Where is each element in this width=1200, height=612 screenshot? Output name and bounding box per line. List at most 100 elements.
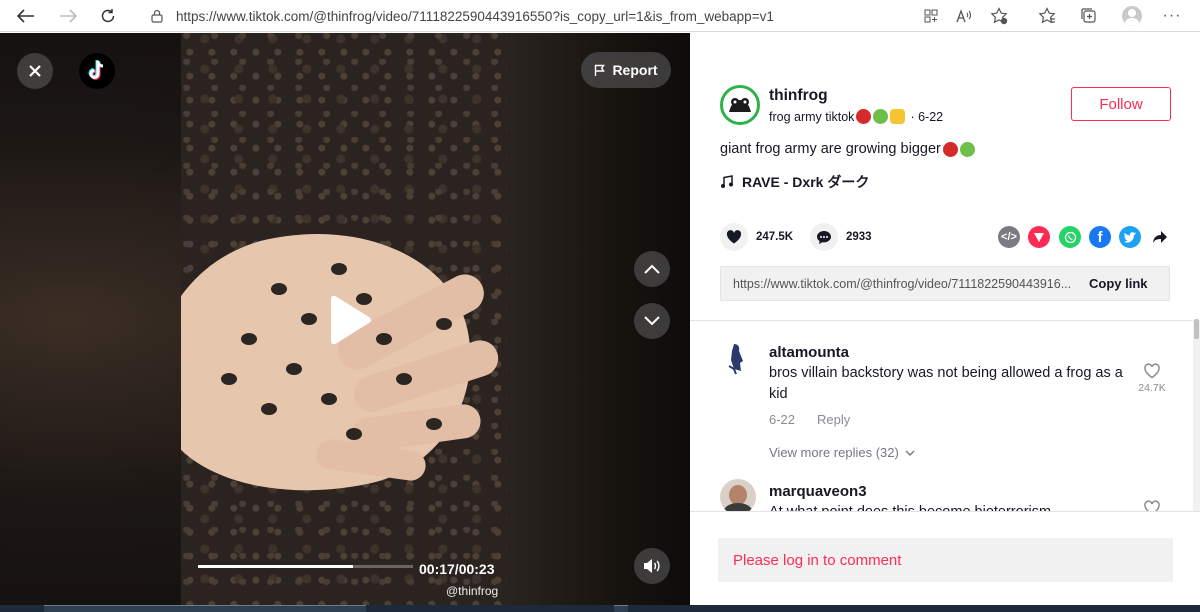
divider [690,320,1200,321]
frog [331,263,347,275]
tiktok-logo[interactable] [79,53,115,89]
comment-icon [817,230,831,244]
grid-icon[interactable] [919,4,943,28]
comment-input-area: Please log in to comment [690,511,1200,605]
more-share-icon[interactable] [1149,226,1171,248]
frog [396,373,412,385]
frog [286,363,302,375]
frog [271,283,287,295]
video-caption: giant frog army are growing bigger [720,141,975,157]
chevron-down-icon [905,450,915,456]
frog [346,428,362,440]
browser-toolbar: https://www.tiktok.com/@thinfrog/video/7… [0,0,1200,32]
caption-text: giant frog army are growing bigger [720,141,941,157]
comment-like[interactable]: 24.7K [1137,363,1167,394]
like-stat[interactable]: 247.5K [720,223,793,251]
profile-icon[interactable] [1120,4,1144,28]
view-more-replies[interactable]: View more replies (32) [769,445,915,460]
author-nickname: frog army tiktok [769,109,855,124]
taskbar-item[interactable] [614,605,628,612]
report-label: Report [612,62,658,78]
play-icon[interactable] [325,295,373,345]
login-to-comment[interactable]: Please log in to comment [718,538,1173,582]
video-details-panel: thinfrog frog army tiktok · 6-22 Follow … [690,33,1200,605]
scrollbar-thumb[interactable] [1194,319,1199,339]
reply-button[interactable]: Reply [817,412,850,427]
frog-emoji-icon [873,109,889,124]
follow-button[interactable]: Follow [1071,87,1171,121]
author-subline: frog army tiktok · 6-22 [769,109,943,124]
flexed-arm-emoji-icon [890,109,906,124]
chevron-up-icon [644,264,660,274]
video-time: 00:17/00:23 [419,561,495,577]
collections-icon[interactable] [1077,4,1101,28]
report-button[interactable]: Report [581,52,671,88]
chevron-down-icon [644,316,660,326]
heart-icon [726,230,742,244]
comment-like-count: 24.7K [1138,382,1166,394]
video-player[interactable]: Report 00:17/00:23 @thinfrog [0,33,690,605]
like-button[interactable] [720,223,748,251]
author-avatar[interactable] [720,85,760,125]
url-text[interactable]: https://www.tiktok.com/@thinfrog/video/7… [176,9,774,24]
lock-icon[interactable] [150,9,164,23]
comment-stat[interactable]: 2933 [810,223,872,251]
frog [301,313,317,325]
comment-date: 6-22 [769,412,796,427]
frog [321,393,337,405]
close-icon [29,65,41,77]
favorites-icon[interactable] [1035,4,1059,28]
comment-meta: 6-22 Reply [769,412,850,427]
facebook-share-icon[interactable]: f [1089,226,1111,248]
send-share-icon[interactable] [1028,226,1050,248]
comment-count: 2933 [846,231,872,243]
heart-outline-icon [1144,363,1160,379]
back-arrow-icon[interactable] [14,4,38,28]
frog [241,333,257,345]
music-title[interactable]: RAVE - Dxrk ダーク [742,172,869,192]
video-progress-bar[interactable] [198,565,413,568]
view-more-replies-label[interactable]: View more replies (32) [769,445,899,460]
comment-avatar[interactable] [720,479,756,515]
volume-button[interactable] [634,548,670,584]
comment-avatar[interactable] [720,340,756,376]
frog [261,403,277,415]
frog [221,373,237,385]
music-link[interactable]: RAVE - Dxrk ダーク [720,172,869,192]
frog [376,333,392,345]
comment-text: bros villain backstory was not being all… [769,365,1123,402]
twitter-share-icon[interactable] [1119,226,1141,248]
frog-emoji-icon [959,141,975,157]
speaker-icon [644,559,660,573]
post-date: · 6-22 [910,109,944,124]
whatsapp-share-icon[interactable] [1059,226,1081,248]
author-username[interactable]: thinfrog [769,87,828,105]
embed-share-icon[interactable]: </> [998,226,1020,248]
video-watermark-handle: @thinfrog [446,584,499,598]
tiktok-icon [88,60,104,80]
share-link-box[interactable]: https://www.tiktok.com/@thinfrog/video/7… [720,266,1170,301]
like-count: 247.5K [756,231,794,243]
video-progress-fill [198,565,353,568]
comment-username[interactable]: altamounta [769,344,849,361]
next-video-button[interactable] [634,303,670,339]
previous-video-button[interactable] [634,251,670,287]
add-favorite-icon[interactable] [987,4,1011,28]
forward-arrow-icon[interactable] [56,4,80,28]
more-icon[interactable]: ··· [1160,4,1184,28]
flag-icon [595,64,606,76]
comment-username[interactable]: marquaveon3 [769,483,867,500]
comment-button[interactable] [810,223,838,251]
refresh-icon[interactable] [96,4,120,28]
close-button[interactable] [17,53,53,89]
copy-link-button[interactable]: Copy link [1089,276,1148,291]
devil-emoji-icon [942,141,958,157]
share-link-text[interactable]: https://www.tiktok.com/@thinfrog/video/7… [733,277,1083,291]
frog [436,318,452,330]
taskbar-item[interactable] [44,605,366,612]
frog [426,418,442,430]
read-aloud-icon[interactable] [952,4,976,28]
address-bar[interactable]: https://www.tiktok.com/@thinfrog/video/7… [145,3,910,29]
devil-emoji-icon [856,109,872,124]
music-note-icon [721,175,733,188]
